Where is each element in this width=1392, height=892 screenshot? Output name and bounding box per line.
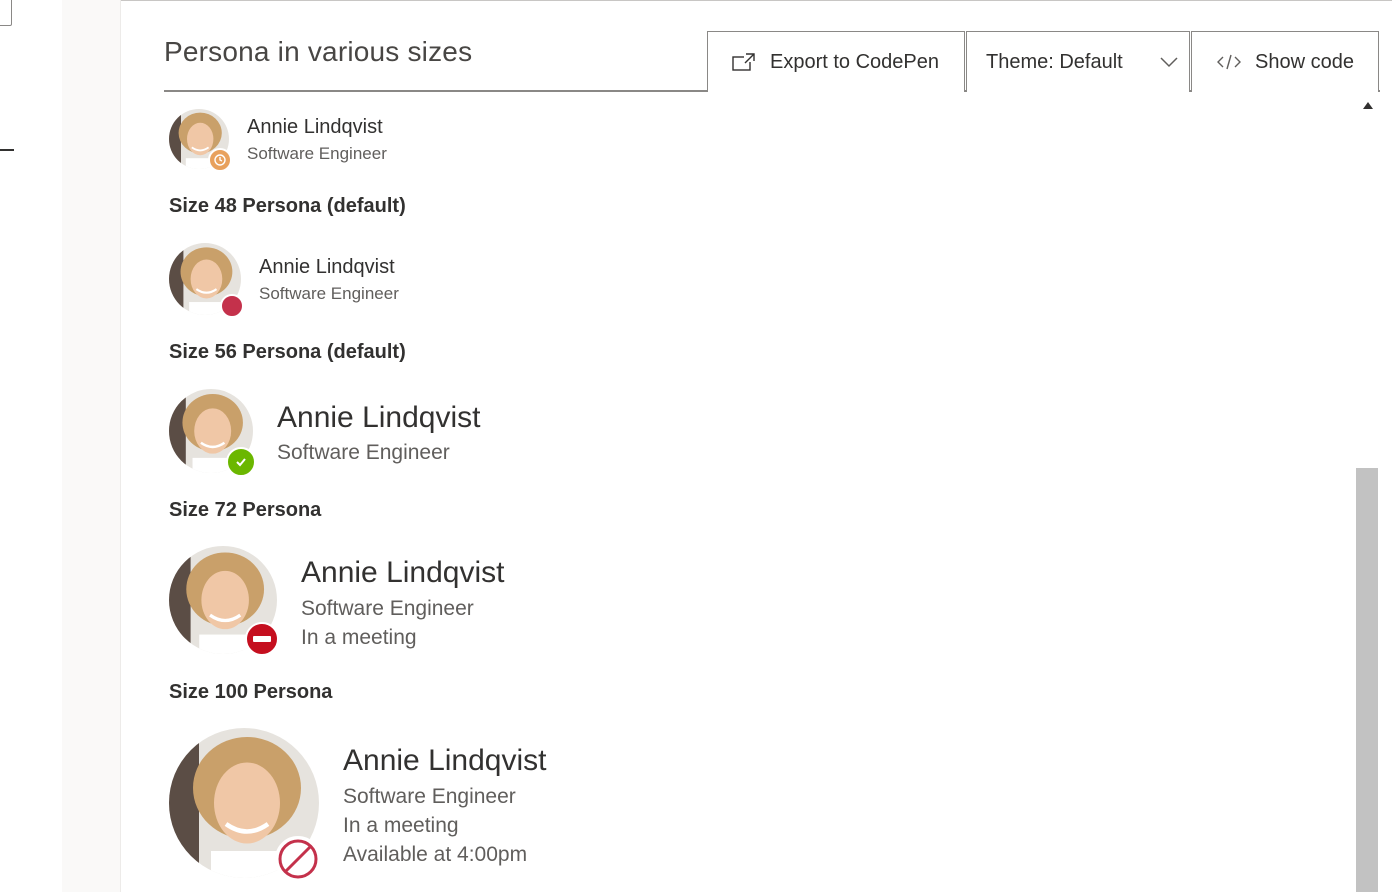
scroll-up-arrow-icon[interactable] [1363, 102, 1373, 109]
size-56-label: Size 56 Persona (default) [169, 341, 406, 363]
persona-name: Annie Lindqvist [247, 116, 383, 138]
persona-tertiary-text: In a meeting [343, 814, 459, 837]
persona-secondary-text: Software Engineer [247, 144, 387, 163]
size-72-label: Size 72 Persona [169, 499, 322, 521]
page: Persona in various sizes Export to CodeP… [0, 0, 1392, 892]
show-code-label: Show code [1255, 50, 1354, 73]
persona-name: Annie Lindqvist [277, 401, 481, 434]
page-gutter [62, 0, 120, 892]
presence-busy-icon [220, 294, 244, 318]
persona-name: Annie Lindqvist [259, 256, 395, 278]
left-nav [0, 0, 62, 892]
vertical-scrollbar[interactable] [1356, 92, 1380, 892]
persona-secondary-text: Software Engineer [343, 785, 516, 808]
persona-name: Annie Lindqvist [301, 556, 505, 589]
scroll-thumb[interactable] [1356, 468, 1378, 892]
nav-input-fragment[interactable] [0, 0, 12, 26]
presence-do-not-disturb-icon [245, 622, 279, 656]
size-100-label: Size 100 Persona [169, 681, 333, 703]
card-top-border [121, 0, 1392, 1]
theme-dropdown-label: Theme: Default [986, 50, 1123, 73]
presence-online-icon [226, 447, 256, 477]
persona-secondary-text: Software Engineer [301, 597, 474, 620]
size-48-label: Size 48 Persona (default) [169, 195, 406, 217]
show-code-button[interactable]: Show code [1191, 31, 1379, 92]
persona-name: Annie Lindqvist [343, 744, 547, 777]
code-icon [1217, 50, 1241, 74]
section-title: Persona in various sizes [164, 36, 473, 67]
chevron-down-icon [1159, 52, 1179, 72]
export-codepen-label: Export to CodePen [770, 50, 939, 73]
persona-secondary-text: Software Engineer [259, 284, 399, 303]
nav-selected-indicator [0, 149, 14, 151]
persona-tertiary-text: In a meeting [301, 626, 417, 649]
open-external-icon [732, 50, 756, 74]
presence-away-icon [208, 148, 232, 172]
export-codepen-button[interactable]: Export to CodePen [707, 31, 965, 92]
persona-secondary-text: Software Engineer [277, 441, 450, 464]
theme-dropdown[interactable]: Theme: Default [966, 31, 1190, 92]
persona-optional-text: Available at 4:00pm [343, 843, 528, 866]
presence-blocked-icon [275, 836, 321, 882]
